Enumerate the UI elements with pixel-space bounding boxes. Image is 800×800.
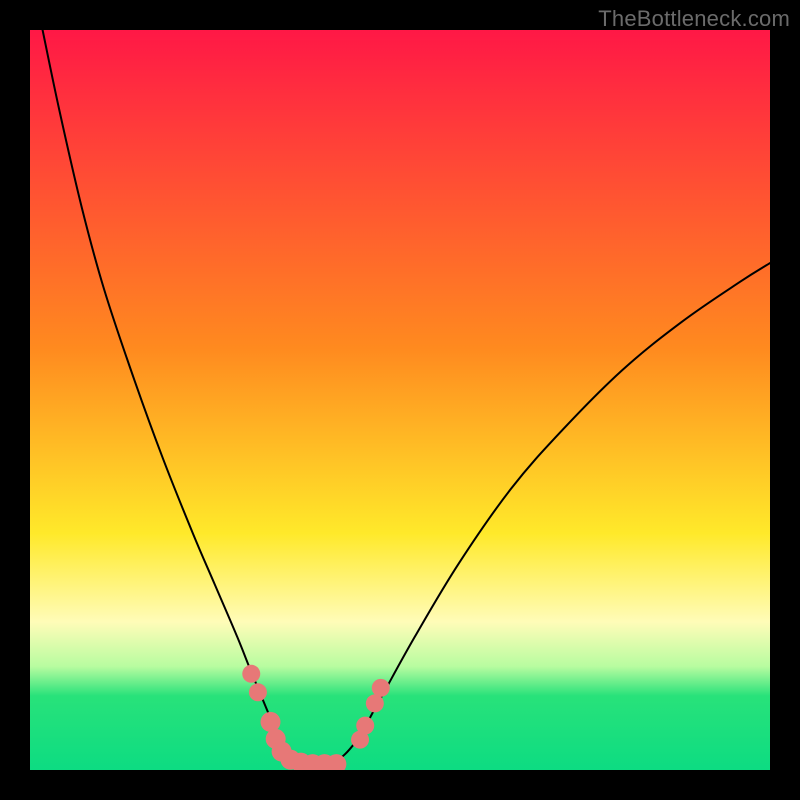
chart-frame: TheBottleneck.com bbox=[0, 0, 800, 800]
bottleneck-chart bbox=[30, 30, 770, 770]
data-marker bbox=[366, 694, 384, 712]
data-marker bbox=[372, 679, 390, 697]
data-marker bbox=[261, 712, 281, 732]
watermark-text: TheBottleneck.com bbox=[598, 6, 790, 32]
data-marker bbox=[242, 665, 260, 683]
data-marker bbox=[249, 683, 267, 701]
data-marker bbox=[356, 717, 374, 735]
